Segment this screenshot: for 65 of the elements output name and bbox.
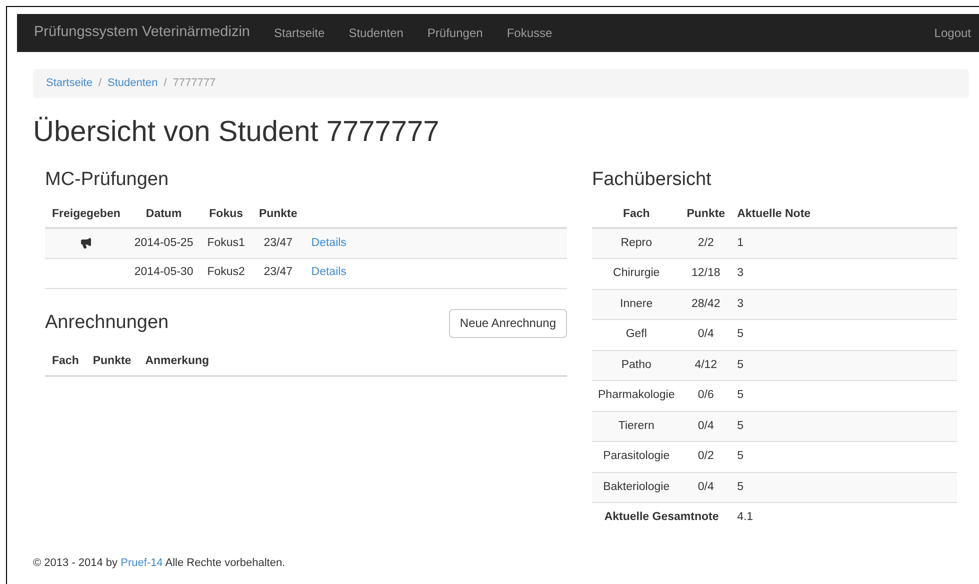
table-cell: 5 [731,380,957,411]
column-header: Datum [127,202,200,228]
details-link[interactable]: Details [311,236,346,249]
table-cell: 0/4 [680,320,732,350]
breadcrumb-separator: / [164,76,167,92]
table-cell: 3 [731,289,957,320]
table-cell: 28/42 [680,289,732,320]
table-cell: Innere [592,289,681,320]
footer-text: © 2013 - 2014 by Pruef-14 Alle Rechte vorbehalten. [33,556,286,571]
brand-link[interactable]: Prüfungssystem Veterinärmedizin [34,22,250,44]
table-cell: Repro [592,228,681,258]
column-header: Freigegeben [45,202,128,228]
column-header: Punkte [680,202,732,228]
section-heading: Anrechnungen [45,311,169,335]
total-label: Aktuelle Gesamtnote [592,502,732,532]
table-cell: 23/47 [252,258,304,288]
table-cell: 1 [731,228,957,258]
table-cell: 5 [731,411,957,442]
nav-link[interactable]: Prüfungen [415,24,495,42]
table-cell: Fokus1 [200,228,252,258]
table-cell: 0/2 [680,442,732,472]
breadcrumb-current: 7777777 [172,76,216,92]
page-title: Übersicht von Student 7777777 [33,115,440,150]
table-cell: 0/6 [680,380,732,411]
section-heading: Fachübersicht [592,168,712,192]
table-cell: 0/4 [680,411,732,442]
table-cell: 5 [731,320,957,350]
breadcrumb-separator: / [98,76,102,92]
logout-link[interactable]: Logout [934,24,971,42]
nav-link[interactable]: Studenten [336,24,416,42]
table-cell: 23/47 [252,228,304,258]
column-header: Punkte [86,350,138,376]
nav-link[interactable]: Fokusse [494,24,564,42]
table-cell: 2014-05-30 [127,258,200,288]
breadcrumb-link[interactable]: Studenten [108,75,158,92]
table-cell: Pharmakologie [592,380,681,411]
column-header: Fach [592,202,681,228]
table-cell: 0/4 [680,472,732,502]
table-cell: 5 [731,472,957,502]
new-credit-button[interactable]: Neue Anrechnung [448,308,567,338]
table-cell: 12/18 [680,258,732,289]
section-heading: MC-Prüfungen [45,168,170,192]
nav-link[interactable]: Startseite [262,24,337,42]
table-cell: Gefl [592,320,681,350]
table-cell: Chirurgie [592,258,681,289]
table-cell: Fokus2 [200,258,252,288]
table-cell: 2/2 [680,228,732,258]
table-cell: Parasitologie [592,442,681,472]
table-cell: 3 [731,258,957,289]
footer-link[interactable]: Pruef-14 [120,557,163,569]
table-cell: 5 [731,442,957,472]
table-cell: Tierern [592,411,681,442]
column-header: Fach [45,350,86,376]
total-value: 4.1 [731,502,957,532]
breadcrumb-link[interactable]: Startseite [46,75,92,92]
column-header: Aktuelle Note [731,202,957,228]
details-link[interactable]: Details [311,266,346,278]
column-header: Anmerkung [138,350,216,376]
table-cell: 4/12 [680,350,732,380]
table-cell: 2014-05-25 [127,228,200,258]
column-header: Punkte [252,202,304,228]
table-cell: Bakteriologie [592,472,681,502]
table-cell: Patho [592,350,681,380]
table-cell: 5 [731,350,957,380]
column-header: Fokus [200,202,252,228]
